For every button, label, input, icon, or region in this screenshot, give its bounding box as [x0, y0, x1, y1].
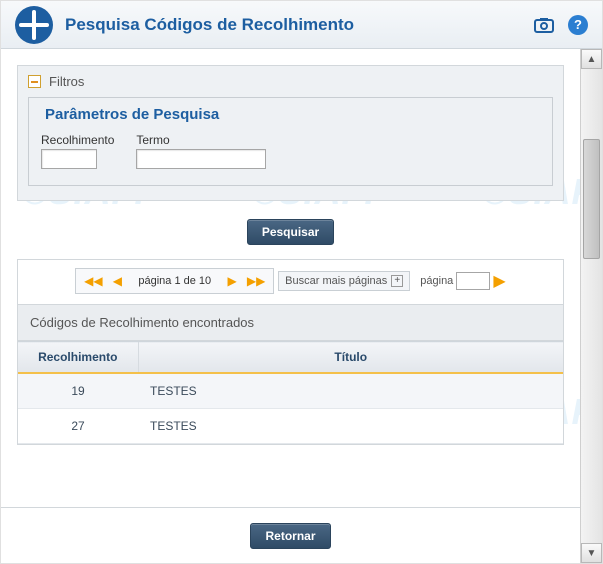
recolhimento-label: Recolhimento: [41, 133, 114, 147]
results-table: Recolhimento Título 19 TESTES 27 TESTES: [18, 341, 563, 444]
termo-label: Termo: [136, 133, 266, 147]
fieldset-title: Parâmetros de Pesquisa: [41, 106, 223, 123]
search-button[interactable]: Pesquisar: [247, 219, 334, 245]
cell-title: TESTES: [138, 409, 563, 444]
first-page-icon[interactable]: ◀◀: [84, 272, 102, 290]
help-icon[interactable]: ?: [568, 15, 588, 35]
footer-bar: Retornar: [1, 507, 580, 563]
table-row[interactable]: 27 TESTES: [18, 409, 563, 444]
more-pages-button[interactable]: Buscar mais páginas +: [278, 271, 410, 291]
filters-label: Filtros: [49, 74, 84, 89]
scroll-thumb[interactable]: [583, 139, 600, 259]
return-button[interactable]: Retornar: [250, 523, 330, 549]
goto-page-input[interactable]: [456, 272, 490, 290]
page-title: Pesquisa Códigos de Recolhimento: [65, 15, 534, 35]
goto-label: página: [420, 275, 453, 287]
termo-input[interactable]: [136, 149, 266, 169]
results-title: Códigos de Recolhimento encontrados: [18, 304, 563, 341]
filters-panel: Filtros Parâmetros de Pesquisa Recolhime…: [17, 65, 564, 201]
table-row[interactable]: 19 TESTES: [18, 373, 563, 409]
goto-page-icon[interactable]: ▶: [493, 271, 505, 291]
results-panel: ◀◀ ◀ página 1 de 10 ▶ ▶▶ Buscar mais pág…: [17, 259, 564, 445]
pager-text: página 1 de 10: [132, 275, 217, 287]
scroll-up-icon[interactable]: ▲: [581, 49, 602, 69]
vertical-scrollbar[interactable]: ▲ ▼: [580, 49, 602, 563]
prev-page-icon[interactable]: ◀: [108, 272, 126, 290]
search-params-fieldset: Parâmetros de Pesquisa Recolhimento Term…: [28, 97, 553, 186]
col-recolhimento: Recolhimento: [18, 342, 138, 374]
cell-title: TESTES: [138, 373, 563, 409]
recolhimento-input[interactable]: [41, 149, 97, 169]
cell-code: 27: [18, 409, 138, 444]
scroll-down-icon[interactable]: ▼: [581, 543, 602, 563]
header-bar: Pesquisa Códigos de Recolhimento ?: [1, 1, 602, 49]
camera-icon[interactable]: [534, 16, 554, 34]
collapse-icon[interactable]: [28, 75, 41, 88]
cell-code: 19: [18, 373, 138, 409]
col-titulo: Título: [138, 342, 563, 374]
app-logo: [15, 6, 53, 44]
more-pages-label: Buscar mais páginas: [285, 275, 387, 287]
plus-icon: +: [391, 275, 403, 287]
pager: ◀◀ ◀ página 1 de 10 ▶ ▶▶ Buscar mais pág…: [18, 260, 563, 304]
next-page-icon[interactable]: ▶: [223, 272, 241, 290]
last-page-icon[interactable]: ▶▶: [247, 272, 265, 290]
